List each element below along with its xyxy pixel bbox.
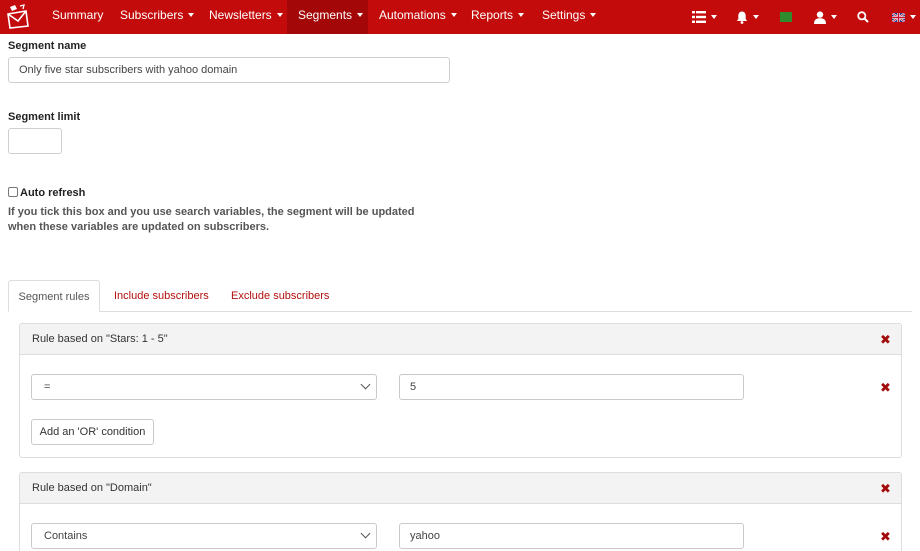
bell-icon: [736, 11, 748, 24]
condition-value-input[interactable]: 5: [399, 374, 744, 400]
condition-value-input[interactable]: yahoo: [399, 523, 744, 549]
segment-name-input[interactable]: [8, 57, 450, 83]
auto-refresh-checkbox[interactable]: [8, 187, 18, 197]
segment-name-label: Segment name: [8, 40, 87, 52]
segment-limit-input[interactable]: [8, 128, 62, 154]
rule-title: Rule based on "Domain": [32, 482, 152, 494]
rule-title: Rule based on "Stars: 1 - 5": [32, 333, 168, 345]
add-or-condition-button[interactable]: Add an 'OR' condition: [31, 419, 154, 445]
caret-down-icon: [831, 15, 837, 19]
status-flag[interactable]: [780, 0, 792, 34]
user-menu[interactable]: [814, 0, 837, 34]
nav-automations[interactable]: Automations: [379, 0, 457, 34]
caret-down-icon: [188, 13, 195, 17]
search-button[interactable]: [857, 0, 869, 34]
operator-select[interactable]: Contains: [31, 523, 377, 549]
tab-segment-rules[interactable]: Segment rules: [8, 280, 100, 312]
chevron-down-icon: [360, 379, 371, 390]
operator-select[interactable]: =: [31, 374, 377, 400]
language-menu[interactable]: [892, 0, 916, 34]
user-icon: [814, 10, 826, 24]
tab-include-subscribers[interactable]: Include subscribers: [114, 280, 209, 312]
caret-down-icon: [518, 13, 525, 17]
green-flag-icon: [780, 12, 792, 22]
uk-flag-icon: [892, 12, 905, 22]
caret-down-icon: [357, 13, 364, 17]
nav-newsletters[interactable]: Newsletters: [209, 0, 283, 34]
caret-down-icon: [450, 13, 457, 17]
list-menu[interactable]: [692, 0, 717, 34]
nav-segments[interactable]: Segments: [287, 0, 368, 34]
rule-panel-stars: Rule based on "Stars: 1 - 5" ✖ = 5 ✖ Add…: [19, 323, 902, 458]
rule-panel-header: Rule based on "Stars: 1 - 5" ✖: [20, 324, 901, 355]
delete-rule-icon[interactable]: ✖: [880, 482, 891, 495]
chevron-down-icon: [360, 528, 371, 539]
delete-condition-icon[interactable]: ✖: [880, 530, 891, 543]
app-logo-icon[interactable]: [6, 4, 30, 30]
auto-refresh-label: Auto refresh: [20, 187, 86, 199]
auto-refresh-help-text: If you tick this box and you use search …: [8, 206, 415, 233]
caret-down-icon: [753, 15, 759, 19]
rule-panel-header: Rule based on "Domain" ✖: [20, 473, 901, 504]
nav-reports[interactable]: Reports: [471, 0, 525, 34]
delete-condition-icon[interactable]: ✖: [880, 381, 891, 394]
segment-limit-label: Segment limit: [8, 111, 81, 123]
caret-down-icon: [276, 13, 283, 17]
caret-down-icon: [711, 15, 717, 19]
nav-summary[interactable]: Summary: [52, 0, 103, 34]
nav-settings[interactable]: Settings: [542, 0, 597, 34]
top-navbar: Summary Subscribers Newsletters Segments…: [0, 0, 920, 34]
notifications-menu[interactable]: [736, 0, 759, 34]
nav-subscribers[interactable]: Subscribers: [120, 0, 195, 34]
delete-rule-icon[interactable]: ✖: [880, 333, 891, 346]
caret-down-icon: [590, 13, 597, 17]
tab-exclude-subscribers[interactable]: Exclude subscribers: [231, 280, 329, 312]
rule-panel-domain: Rule based on "Domain" ✖ Contains yahoo …: [19, 472, 902, 551]
caret-down-icon: [910, 15, 916, 19]
search-icon: [857, 11, 869, 23]
list-icon: [692, 11, 706, 23]
